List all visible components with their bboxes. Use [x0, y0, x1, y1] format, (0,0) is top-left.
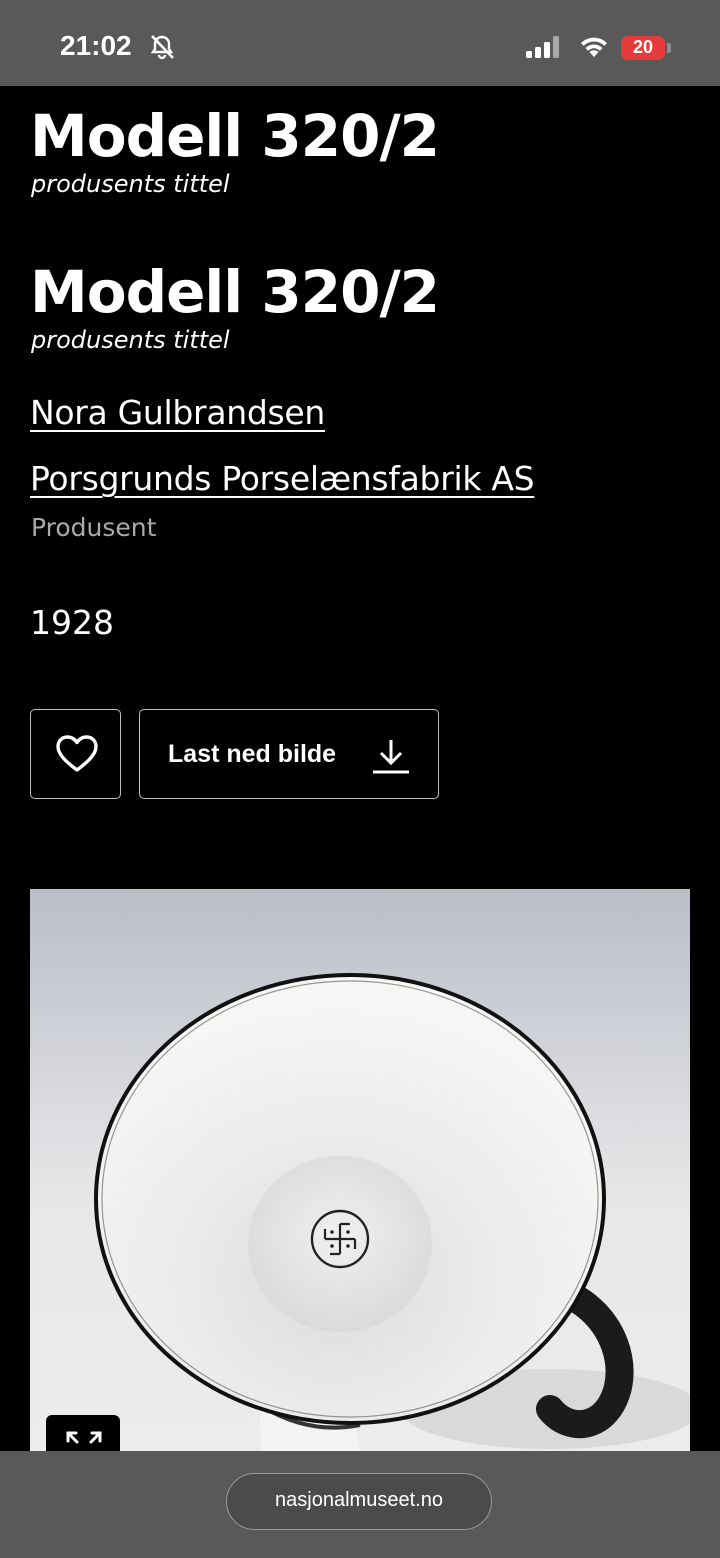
download-image-button[interactable]: Last ned bilde	[139, 709, 439, 799]
artwork-title-type: produsents tittel	[31, 170, 230, 198]
artwork-year: 1928	[30, 603, 114, 642]
download-image-label: Last ned bilde	[168, 740, 337, 768]
artwork-title: Modell 320/2	[30, 102, 440, 170]
favorite-button[interactable]	[30, 709, 121, 799]
teacup-image	[30, 889, 690, 1451]
wifi-icon	[581, 37, 607, 57]
producer-link[interactable]: Porsgrunds Porselænsfabrik AS	[30, 459, 535, 498]
battery-cap	[667, 43, 671, 53]
download-icon	[373, 740, 409, 774]
artist-link[interactable]: Nora Gulbrandsen	[30, 393, 325, 432]
address-bar[interactable]: nasjonalmuseet.no	[226, 1473, 492, 1530]
producer-role: Produsent	[31, 513, 157, 542]
status-time: 21:02	[60, 30, 132, 61]
heart-icon	[56, 735, 98, 772]
bell-slash-icon	[150, 35, 174, 60]
battery-indicator: 20	[621, 36, 665, 60]
battery-level: 20	[632, 37, 654, 57]
expand-icon	[66, 1431, 102, 1444]
browser-bottom-bar: nasjonalmuseet.no	[0, 1451, 720, 1558]
address-bar-url: nasjonalmuseet.no	[275, 1489, 443, 1511]
artwork-title-secondary: Modell 320/2	[30, 258, 440, 326]
artwork-title-type-secondary: produsents tittel	[31, 326, 230, 354]
artwork-image[interactable]	[30, 889, 690, 1451]
expand-image-button[interactable]	[46, 1415, 120, 1451]
cellular-signal-icon	[526, 36, 559, 58]
status-bar: 21:02 20	[0, 0, 720, 86]
